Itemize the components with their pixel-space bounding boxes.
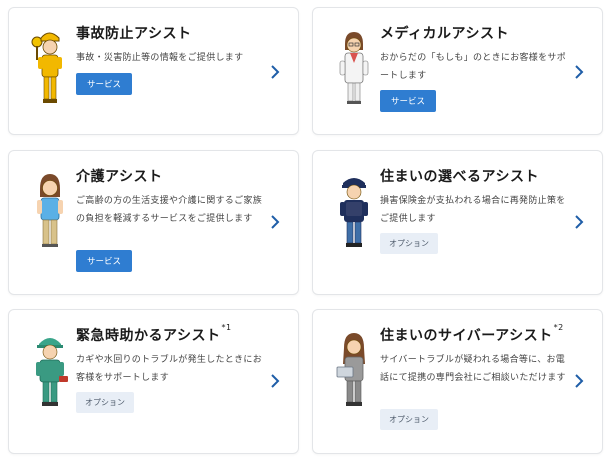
- card-title: 事故防止アシスト: [76, 26, 192, 42]
- chevron-right-icon: [575, 374, 584, 388]
- service-card-home-selectable[interactable]: 住まいの選べるアシスト 損害保険金が支払われる場合に再発防止策をご提供します オ…: [312, 150, 603, 295]
- card-description: サイバートラブルが疑われる場合等に、お電話にて提携の専門会社にご相談いただけます: [380, 355, 566, 383]
- option-badge: オプション: [76, 392, 134, 413]
- security-guard-icon: [340, 178, 368, 247]
- chevron-right-icon: [271, 374, 280, 388]
- service-badge: サービス: [380, 90, 436, 112]
- footnote-marker: *1: [221, 323, 232, 332]
- chevron-right-icon: [575, 215, 584, 229]
- card-title: 住まいの選べるアシスト: [380, 169, 539, 185]
- service-badge: サービス: [76, 250, 132, 272]
- service-card-emergency[interactable]: 緊急時助かるアシスト*1 カギや水回りのトラブルが発生したときにお客様をサポート…: [8, 309, 299, 454]
- service-card-medical[interactable]: メディカルアシスト おからだの「もしも」のときにお客様をサポートします サービス: [312, 7, 603, 135]
- card-title: 住まいのサイバーアシスト*2: [380, 323, 564, 344]
- card-title: 緊急時助かるアシスト*1: [76, 323, 232, 344]
- service-card-nursing-care[interactable]: 介護アシスト ご高齢の方の生活支援や介護に関するご家族の負担を軽減するサービスを…: [8, 150, 299, 295]
- card-description: おからだの「もしも」のときにお客様をサポートします: [380, 53, 567, 81]
- repair-worker-icon: [36, 338, 68, 406]
- card-description: ご高齢の方の生活支援や介護に関するご家族の負担を軽減するサービスをご提供します: [76, 196, 263, 224]
- card-title: メディカルアシスト: [380, 26, 509, 42]
- option-badge: オプション: [380, 409, 438, 430]
- card-description: 損害保険金が支払われる場合に再発防止策をご提供します: [380, 196, 566, 224]
- caregiver-icon: [37, 174, 63, 247]
- laptop-user-icon: [336, 333, 365, 406]
- option-badge: オプション: [380, 233, 438, 254]
- card-title: 介護アシスト: [76, 169, 163, 185]
- child-crossing-guard-icon: [31, 32, 62, 103]
- footnote-marker: *2: [553, 323, 564, 332]
- chevron-right-icon: [271, 215, 280, 229]
- chevron-right-icon: [575, 65, 584, 79]
- service-card-accident-prevention[interactable]: 事故防止アシスト 事故・災害防止等の情報をご提供します サービス: [8, 7, 299, 135]
- chevron-right-icon: [271, 65, 280, 79]
- card-description: カギや水回りのトラブルが発生したときにお客様をサポートします: [76, 355, 263, 383]
- doctor-icon: [339, 32, 369, 104]
- service-badge: サービス: [76, 73, 132, 95]
- card-description: 事故・災害防止等の情報をご提供します: [76, 53, 244, 63]
- service-card-cyber[interactable]: 住まいのサイバーアシスト*2 サイバートラブルが疑われる場合等に、お電話にて提携…: [312, 309, 603, 454]
